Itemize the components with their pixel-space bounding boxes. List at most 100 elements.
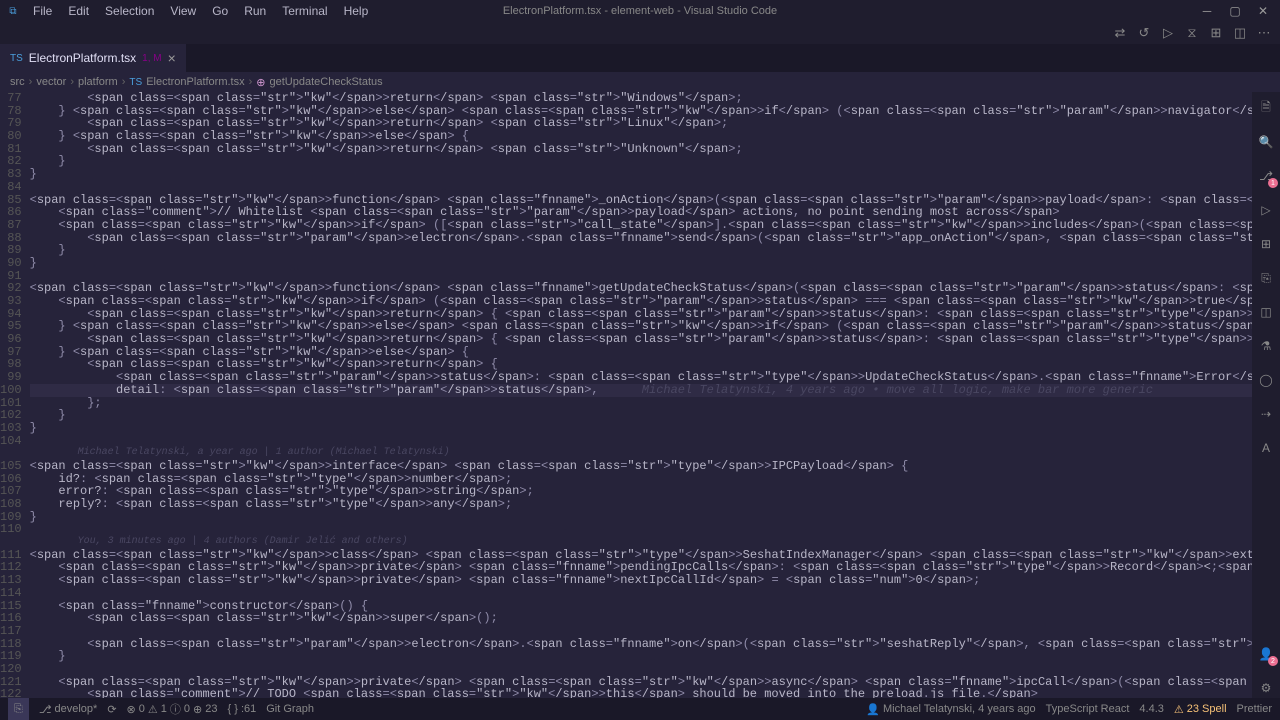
breadcrumb-item[interactable]: src	[10, 76, 25, 88]
menu-edit[interactable]: Edit	[61, 2, 96, 20]
line-number: 93	[0, 295, 22, 308]
code-line[interactable]: }	[30, 650, 1252, 663]
code-line[interactable]	[30, 523, 1252, 536]
breadcrumb-separator: ›	[29, 76, 33, 88]
code-line[interactable]	[30, 181, 1252, 194]
code-line[interactable]: <span class=<span class="str">"param"</s…	[30, 638, 1252, 651]
code-line[interactable]: <span class=<span class="str">"kw"</span…	[30, 612, 1252, 625]
line-number: 80	[0, 130, 22, 143]
git-branch[interactable]: ⎇ develop*	[39, 703, 98, 716]
line-number: 105	[0, 460, 22, 473]
inline-blame: Michael Telatynski, 4 years ago • move a…	[599, 383, 1154, 397]
blame-status[interactable]: 👤 Michael Telatynski, 4 years ago	[866, 703, 1035, 716]
menu-go[interactable]: Go	[205, 2, 235, 20]
line-number: 99	[0, 371, 22, 384]
titlebar: ⧉ File Edit Selection View Go Run Termin…	[0, 0, 1280, 22]
sync-button[interactable]: ⟳	[107, 703, 116, 716]
code-line[interactable]: } <span class=<span class="str">"kw"</sp…	[30, 130, 1252, 143]
typescript-icon: TS	[10, 53, 23, 64]
code-line[interactable]: };	[30, 397, 1252, 410]
editor-toolbar: ⇄ ↺ ▷ ⧖ ⊞ ◫ ⋯	[0, 22, 1280, 44]
extensions-icon[interactable]: ⊞	[1256, 234, 1276, 254]
spell-check[interactable]: ⚠ 23 Spell	[1174, 703, 1227, 716]
code-line[interactable]: <span class="comment">// TODO <span clas…	[30, 688, 1252, 698]
code-line[interactable]	[30, 435, 1252, 448]
code-line[interactable]: <span class=<span class="str">"kw"</span…	[30, 574, 1252, 587]
vscode-icon: ⧉	[6, 4, 20, 18]
code-line[interactable]: }	[30, 257, 1252, 270]
menu-file[interactable]: File	[26, 2, 59, 20]
source-control-icon[interactable]: ⎇1	[1256, 166, 1276, 186]
toggle-icon[interactable]: ↺	[1136, 25, 1152, 41]
line-number: 110	[0, 523, 22, 536]
code-line[interactable]: }	[30, 155, 1252, 168]
line-number: 103	[0, 422, 22, 435]
menu-selection[interactable]: Selection	[98, 2, 161, 20]
code-content[interactable]: <span class=<span class="str">"kw"</span…	[30, 92, 1252, 698]
debug-icon[interactable]: ⧖	[1184, 25, 1200, 41]
breadcrumb-item[interactable]: ElectronPlatform.tsx	[146, 76, 244, 88]
testing-icon[interactable]: ⚗	[1256, 336, 1276, 356]
search-icon[interactable]: 🔍	[1256, 132, 1276, 152]
code-line[interactable]: reply?: <span class=<span class="str">"t…	[30, 498, 1252, 511]
code-line[interactable]: }	[30, 511, 1252, 524]
line-number: 108	[0, 498, 22, 511]
run-debug-icon[interactable]: ▷	[1256, 200, 1276, 220]
code-line[interactable]	[30, 587, 1252, 600]
minimize-button[interactable]: ─	[1200, 4, 1214, 18]
prettier-status[interactable]: Prettier	[1237, 703, 1272, 715]
tab-close-button[interactable]: ×	[168, 50, 176, 66]
menu-view[interactable]: View	[163, 2, 203, 20]
breadcrumb-item[interactable]: vector	[36, 76, 66, 88]
docker-icon[interactable]: ◫	[1256, 302, 1276, 322]
line-number: 87	[0, 219, 22, 232]
breadcrumb-item[interactable]: getUpdateCheckStatus	[270, 76, 383, 88]
language-mode[interactable]: TypeScript React	[1046, 703, 1130, 715]
line-number: 102	[0, 409, 22, 422]
code-line[interactable]: }	[30, 244, 1252, 257]
remote-indicator[interactable]: ⎘	[8, 698, 29, 720]
split-icon[interactable]: ◫	[1232, 25, 1248, 41]
code-line[interactable]: }	[30, 168, 1252, 181]
line-number: 84	[0, 181, 22, 194]
compare-icon[interactable]: ⇄	[1112, 25, 1128, 41]
accounts-icon[interactable]: 👤2	[1256, 644, 1276, 664]
run-icon[interactable]: ▷	[1160, 25, 1176, 41]
code-line[interactable]	[30, 625, 1252, 638]
breadcrumb[interactable]: src › vector › platform › TS ElectronPla…	[0, 72, 1280, 92]
settings-icon[interactable]: ⚙	[1256, 678, 1276, 698]
explorer-icon[interactable]: 🗎	[1256, 98, 1276, 118]
code-line[interactable]: }	[30, 422, 1252, 435]
menu-bar: ⧉ File Edit Selection View Go Run Termin…	[6, 2, 375, 20]
code-line[interactable]: }	[30, 409, 1252, 422]
liveshare-icon[interactable]: ⇢	[1256, 404, 1276, 424]
code-line[interactable]: <span class=<span class="str">"kw"</span…	[30, 92, 1252, 105]
code-line[interactable]: detail: <span class=<span class="str">"p…	[30, 384, 1252, 397]
code-line[interactable]: <span class=<span class="str">"kw"</span…	[30, 460, 1252, 473]
close-window-button[interactable]: ✕	[1256, 4, 1270, 18]
ai-icon[interactable]: A	[1256, 438, 1276, 458]
line-number: 113	[0, 574, 22, 587]
code-line[interactable]: <span class=<span class="str">"param"</s…	[30, 232, 1252, 245]
line-number: 100	[0, 384, 22, 397]
code-editor[interactable]: 7778798081828384858687888990919293949596…	[0, 92, 1252, 698]
code-line[interactable]: <span class="comment">// Whitelist <span…	[30, 206, 1252, 219]
code-line[interactable]: <span class=<span class="str">"kw"</span…	[30, 333, 1252, 346]
git-graph[interactable]: Git Graph	[266, 703, 314, 715]
menu-help[interactable]: Help	[337, 2, 376, 20]
code-line[interactable]: <span class=<span class="str">"kw"</span…	[30, 219, 1252, 232]
problems-indicator[interactable]: ⊗0 ⚠1 ⓘ0 ⊕23	[127, 701, 218, 717]
menu-terminal[interactable]: Terminal	[275, 2, 334, 20]
maximize-button[interactable]: ▢	[1228, 4, 1242, 18]
ts-version[interactable]: 4.4.3	[1139, 703, 1163, 715]
github-icon[interactable]: ◯	[1256, 370, 1276, 390]
preview-icon[interactable]: ⊞	[1208, 25, 1224, 41]
breadcrumb-item[interactable]: platform	[78, 76, 118, 88]
cursor-position[interactable]: { } :61	[227, 703, 256, 715]
code-line[interactable]: <span class=<span class="str">"kw"</span…	[30, 143, 1252, 156]
menu-run[interactable]: Run	[237, 2, 273, 20]
remote-icon[interactable]: ⎘	[1256, 268, 1276, 288]
tab-file[interactable]: TS ElectronPlatform.tsx 1, M ×	[0, 44, 186, 72]
more-icon[interactable]: ⋯	[1256, 25, 1272, 41]
code-line[interactable]: <span class=<span class="str">"kw"</span…	[30, 295, 1252, 308]
